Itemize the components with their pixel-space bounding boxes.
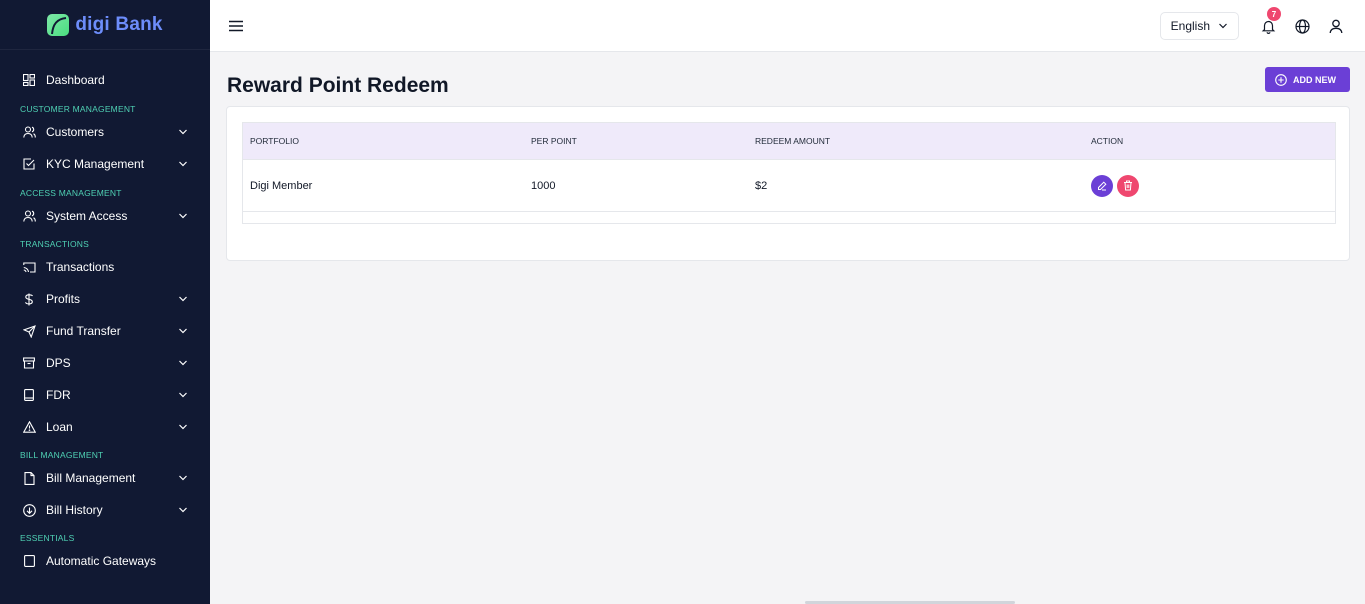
page-header: Reward Point Redeem ADD NEW xyxy=(210,52,1365,106)
profile-button[interactable] xyxy=(1325,15,1347,37)
chevron-down-icon xyxy=(179,475,187,481)
section-title-access-management: ACCESS MANAGEMENT xyxy=(20,188,122,198)
sidebar-item-label: Bill Management xyxy=(46,471,136,485)
sidebar-item-label: Loan xyxy=(46,420,73,434)
sidebar-item-kyc[interactable]: KYC Management xyxy=(0,148,210,180)
sidebar-item-fdr[interactable]: FDR xyxy=(0,379,210,411)
sidebar-item-label: FDR xyxy=(46,388,71,402)
dashboard-icon xyxy=(22,73,36,87)
globe-button[interactable] xyxy=(1291,15,1313,37)
sidebar-item-label: Profits xyxy=(46,292,81,306)
sidebar-item-label: Customers xyxy=(46,125,105,139)
redeem-card: PORTFOLIO PER POINT REDEEM AMOUNT ACTION… xyxy=(226,106,1350,261)
notification-badge: 7 xyxy=(1267,7,1281,21)
edit-button[interactable] xyxy=(1091,174,1113,197)
chevron-down-icon xyxy=(179,213,187,219)
users-icon xyxy=(22,125,36,139)
topbar: English 7 xyxy=(210,0,1365,52)
main-content: English 7 Reward Point Redeem ADD NEW PO… xyxy=(210,0,1365,604)
sidebar-item-system-access[interactable]: System Access xyxy=(0,200,210,232)
sidebar-item-label: Transactions xyxy=(46,260,115,274)
brand[interactable]: digi Bank xyxy=(0,0,210,50)
user-icon xyxy=(1329,19,1343,33)
check-square-icon xyxy=(22,157,36,171)
cast-icon xyxy=(22,260,36,274)
globe-icon xyxy=(1294,18,1310,34)
column-header-portfolio: PORTFOLIO xyxy=(250,136,299,146)
sidebar-item-bill-history[interactable]: Bill History xyxy=(0,494,210,526)
tablet-icon xyxy=(22,388,36,402)
cell-actions xyxy=(1091,174,1335,197)
brand-name: digi Bank xyxy=(75,13,163,35)
alert-triangle-icon xyxy=(22,420,36,434)
sidebar-item-label: Bill History xyxy=(46,503,103,517)
arrow-down-circle-icon xyxy=(22,503,36,517)
section-title-customer-management: CUSTOMER MANAGEMENT xyxy=(20,104,136,114)
sidebar-item-bill-management[interactable]: Bill Management xyxy=(0,462,210,494)
chevron-down-icon xyxy=(179,129,187,135)
plus-circle-icon xyxy=(1275,73,1287,86)
archive-icon xyxy=(22,356,36,370)
table-row: Digi Member 1000 $2 xyxy=(243,160,1335,212)
column-header-redeem-amount: REDEEM AMOUNT xyxy=(755,136,831,146)
chevron-down-icon xyxy=(179,161,187,167)
sidebar-item-label: Dashboard xyxy=(46,73,105,87)
section-title-bill-management: BILL MANAGEMENT xyxy=(20,450,104,460)
menu-icon[interactable] xyxy=(228,19,244,33)
dollar-icon xyxy=(22,292,36,306)
chevron-down-icon xyxy=(179,360,187,366)
redeem-table: PORTFOLIO PER POINT REDEEM AMOUNT ACTION… xyxy=(242,122,1336,224)
cell-portfolio: Digi Member xyxy=(250,179,313,192)
sidebar-item-loan[interactable]: Loan xyxy=(0,411,210,443)
gateway-icon xyxy=(22,554,36,568)
sidebar-item-dashboard[interactable]: Dashboard xyxy=(0,64,210,96)
sidebar-item-label: KYC Management xyxy=(46,157,145,171)
cell-redeem-amount: $2 xyxy=(755,179,768,192)
sidebar-item-label: Fund Transfer xyxy=(46,324,121,338)
send-icon xyxy=(22,324,36,338)
section-title-essentials: ESSENTIALS xyxy=(20,533,75,543)
trash-icon xyxy=(1124,180,1132,191)
table-header: PORTFOLIO PER POINT REDEEM AMOUNT ACTION xyxy=(243,123,1335,160)
sidebar-item-transactions[interactable]: Transactions xyxy=(0,251,210,283)
sidebar: digi Bank Dashboard CUSTOMER MANAGEMENT … xyxy=(0,0,210,604)
sidebar-item-label: System Access xyxy=(46,209,128,223)
chevron-down-icon xyxy=(179,328,187,334)
cell-per-point: 1000 xyxy=(531,179,556,192)
sidebar-item-dps[interactable]: DPS xyxy=(0,347,210,379)
section-title-transactions: TRANSACTIONS xyxy=(20,239,89,249)
chevron-down-icon xyxy=(1219,23,1227,29)
sidebar-item-fund-transfer[interactable]: Fund Transfer xyxy=(0,315,210,347)
column-header-per-point: PER POINT xyxy=(531,136,577,146)
language-select[interactable]: English xyxy=(1159,12,1239,40)
edit-icon xyxy=(1098,180,1107,190)
logo-icon xyxy=(47,13,70,36)
topbar-actions: English 7 xyxy=(1159,0,1353,52)
chevron-down-icon xyxy=(179,296,187,302)
chevron-down-icon xyxy=(179,424,187,430)
sidebar-item-label: Automatic Gateways xyxy=(46,554,157,568)
column-header-action: ACTION xyxy=(1091,136,1124,146)
notifications-button[interactable]: 7 xyxy=(1257,7,1281,37)
sidebar-item-automatic-gateways[interactable]: Automatic Gateways xyxy=(0,545,210,577)
page-title: Reward Point Redeem xyxy=(227,74,449,97)
sidebar-item-profits[interactable]: Profits xyxy=(0,283,210,315)
sidebar-nav: Dashboard CUSTOMER MANAGEMENT Customers … xyxy=(0,50,210,577)
add-new-label: ADD NEW xyxy=(1293,74,1336,85)
chevron-down-icon xyxy=(179,507,187,513)
add-new-button[interactable]: ADD NEW xyxy=(1265,67,1350,92)
users-icon xyxy=(22,209,36,223)
delete-button[interactable] xyxy=(1117,174,1139,197)
language-value: English xyxy=(1170,19,1210,33)
sidebar-item-customers[interactable]: Customers xyxy=(0,116,210,148)
chevron-down-icon xyxy=(179,392,187,398)
file-icon xyxy=(22,471,36,485)
sidebar-item-label: DPS xyxy=(46,356,71,370)
